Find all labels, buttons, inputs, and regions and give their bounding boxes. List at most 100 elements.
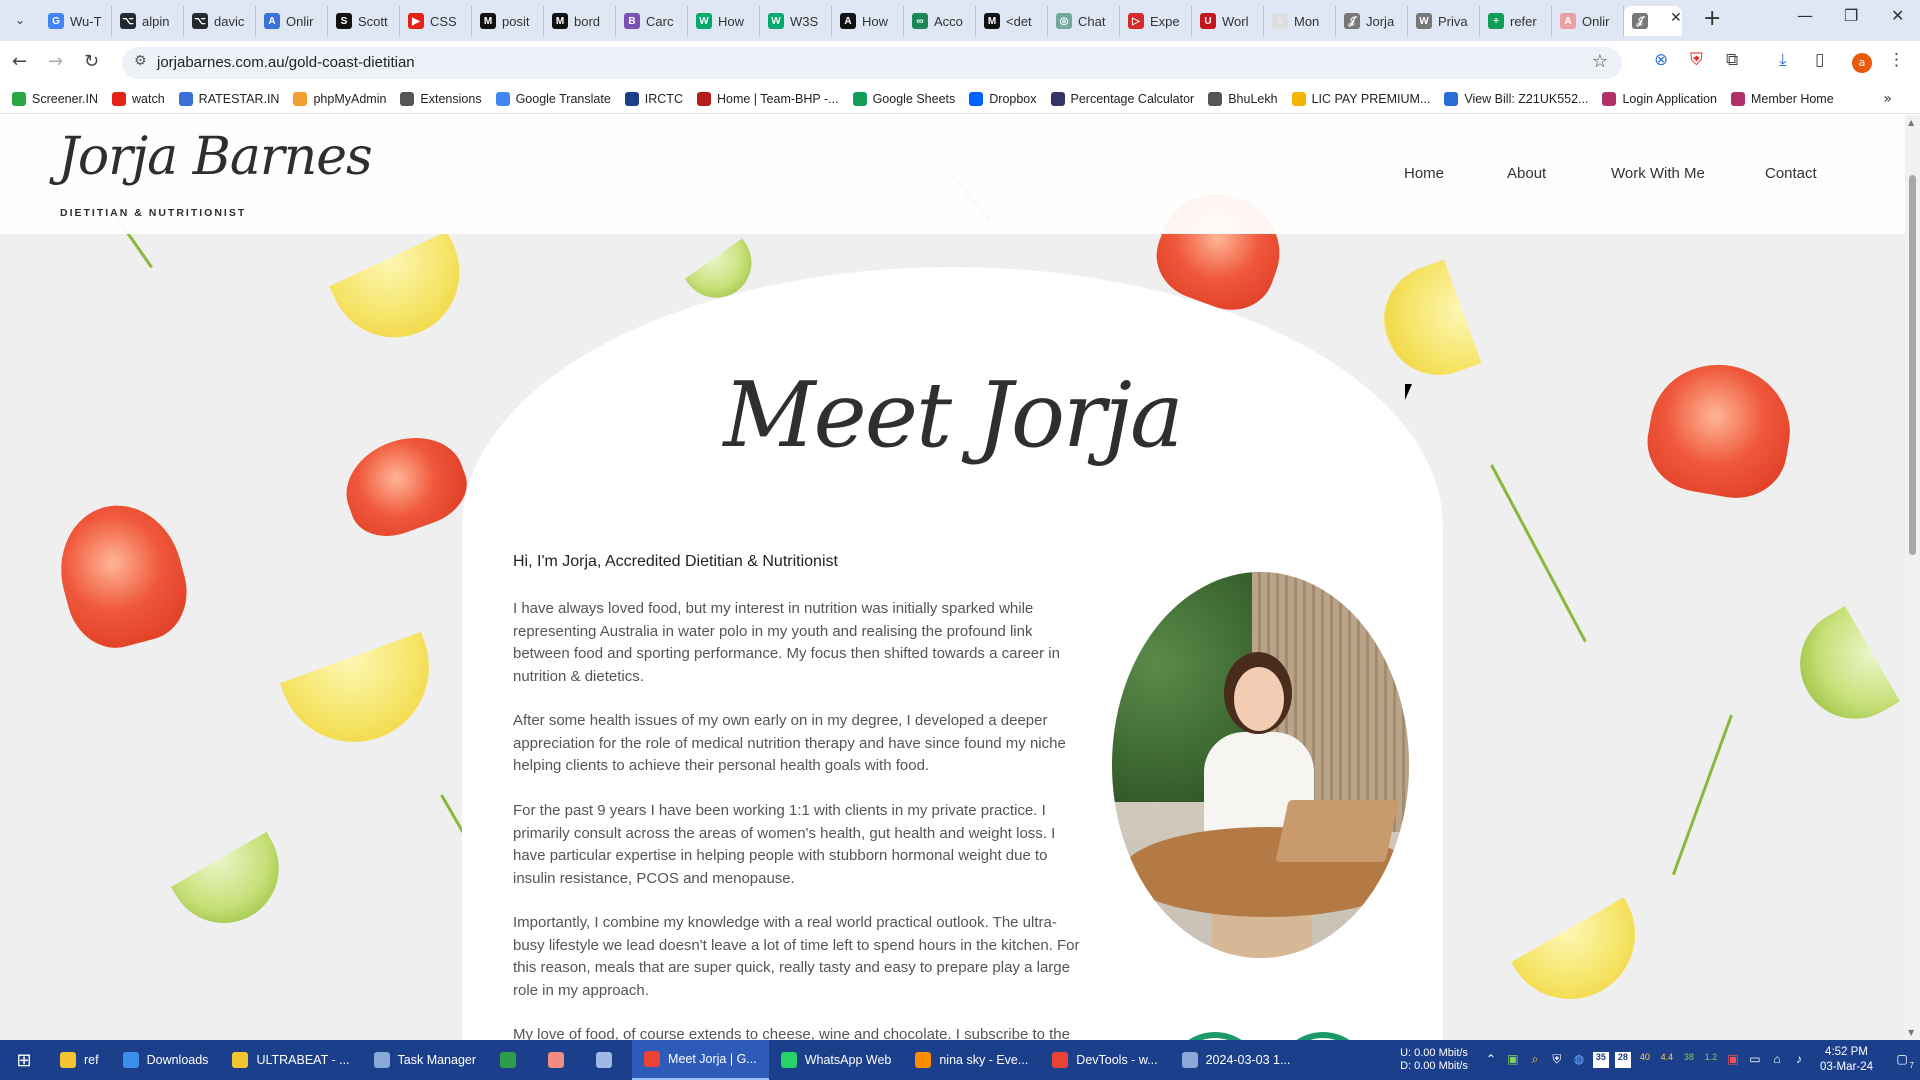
taskbar-app[interactable]: 2024-03-03 1... [1170, 1040, 1303, 1080]
windows-start-icon[interactable]: ⊞ [0, 1040, 48, 1080]
close-tab-icon[interactable]: ✕ [1670, 10, 1682, 26]
bookmark-label: Google Sheets [872, 92, 956, 106]
site-logo[interactable]: Jorja Barnes [58, 127, 373, 187]
tray-app-icon[interactable]: ▣ [1505, 1052, 1521, 1068]
browser-tab[interactable]: + refer [1480, 6, 1552, 36]
browser-tab[interactable]: U Worl [1192, 6, 1264, 36]
browser-tab[interactable]: G Wu-T [40, 6, 112, 36]
bookmark-item[interactable]: LIC PAY PREMIUM... [1291, 92, 1430, 106]
tab-favicon-icon: A [264, 13, 280, 29]
taskbar-app[interactable]: ref [48, 1040, 111, 1080]
browser-tab[interactable]: A How [832, 6, 904, 36]
bookmark-item[interactable]: IRCTC [624, 92, 683, 106]
tab-label: Mon [1294, 13, 1320, 29]
browser-tab[interactable]: W Priva [1408, 6, 1480, 36]
browser-tab[interactable]: W How [688, 6, 760, 36]
bookmark-item[interactable]: Screener.IN [12, 92, 98, 106]
bookmark-star-icon[interactable]: ☆ [1592, 51, 1608, 72]
bookmark-item[interactable]: Extensions [400, 92, 482, 106]
shield-icon[interactable]: ⛨ [1690, 50, 1703, 70]
address-bar[interactable]: ⚙ jorjabarnes.com.au/gold-coast-dietitia… [122, 47, 1622, 79]
bookmark-item[interactable]: Home | Team-BHP -... [696, 92, 839, 106]
scrollbar-thumb[interactable] [1909, 175, 1916, 555]
new-tab-button[interactable]: + [1703, 6, 1721, 31]
browser-tab[interactable]: ◎ Chat [1048, 6, 1120, 36]
bookmark-item[interactable]: Google Translate [495, 92, 611, 106]
minimize-icon[interactable]: — [1797, 6, 1813, 25]
shield-icon[interactable]: ⛨ [1549, 1052, 1565, 1068]
browser-tab[interactable]: Mposit [472, 6, 544, 36]
taskbar-app[interactable]: WhatsApp Web [769, 1040, 904, 1080]
download-icon[interactable]: ⤓ [1779, 50, 1787, 70]
bookmark-item[interactable]: RATESTAR.IN [178, 92, 279, 106]
nav-work-with-me[interactable]: Work With Me [1611, 165, 1705, 182]
browser-tab[interactable]: ▶ CSS [400, 6, 472, 36]
taskbar-app[interactable]: nina sky - Eve... [903, 1040, 1040, 1080]
bookmarks-overflow-icon[interactable]: » [1883, 91, 1892, 107]
close-window-icon[interactable]: ✕ [1891, 6, 1904, 25]
bookmark-item[interactable]: watch [112, 92, 165, 106]
bookmark-label: Screener.IN [32, 92, 99, 106]
browser-tab[interactable]: B Carc [616, 6, 688, 36]
chevron-up-icon[interactable]: ⌃ [1483, 1052, 1499, 1068]
nav-about[interactable]: About [1507, 165, 1546, 182]
browser-tab[interactable]: ⌥ alpin [112, 6, 184, 36]
tab-favicon-icon: ⌥ [192, 13, 208, 29]
tab-label: Wu-T [70, 13, 102, 29]
app-icon [232, 1052, 249, 1068]
browser-tab[interactable]: W W3S [760, 6, 832, 36]
notification-icon[interactable]: ▢ 7 [1894, 1052, 1914, 1070]
taskbar-app[interactable]: Downloads [111, 1040, 221, 1080]
search-icon[interactable]: ⌕ [1527, 1052, 1543, 1068]
browser-tab[interactable]: Mbord [544, 6, 616, 36]
browser-tab[interactable]: S Scott [328, 6, 400, 36]
taskbar-app[interactable]: Meet Jorja | G... [632, 1040, 769, 1080]
nav-contact[interactable]: Contact [1765, 165, 1817, 182]
browser-tab[interactable]: A Onlir [256, 6, 328, 36]
volume-icon[interactable]: ♪ [1791, 1052, 1807, 1068]
bookmark-item[interactable]: View Bill: Z21UK552... [1444, 92, 1588, 106]
bookmark-item[interactable]: Member Home [1731, 92, 1834, 106]
back-icon[interactable]: ← [12, 51, 27, 72]
taskbar-app[interactable]: ULTRABEAT - ... [220, 1040, 361, 1080]
tray-app-icon[interactable]: ▣ [1725, 1052, 1741, 1068]
bookmark-item[interactable]: phpMyAdmin [293, 92, 386, 106]
clock[interactable]: 4:52 PM 03-Mar-24 [1820, 1045, 1873, 1075]
extensions-puzzle-icon[interactable]: ⧉ [1726, 50, 1738, 70]
bookmark-item[interactable]: Google Sheets [852, 92, 956, 106]
bookmark-item[interactable]: Dropbox [969, 92, 1037, 106]
network-icon[interactable]: ⌂ [1769, 1052, 1785, 1068]
profile-avatar[interactable]: a [1852, 53, 1872, 73]
menu-kebab-icon[interactable]: ⋮ [1888, 50, 1905, 70]
strawberry-image [1639, 353, 1801, 507]
bookmark-item[interactable]: Login Application [1602, 92, 1717, 106]
forward-icon[interactable]: → [48, 51, 63, 72]
taskbar-app[interactable] [488, 1040, 536, 1080]
site-info-icon[interactable]: ⚙ [134, 53, 147, 69]
bookmark-item[interactable]: Percentage Calculator [1050, 92, 1194, 106]
browser-tab[interactable]: ⌥ davic [184, 6, 256, 36]
reload-icon[interactable]: ↻ [84, 51, 99, 72]
browser-tab[interactable]: ○ Mon [1264, 6, 1336, 36]
taskbar-app[interactable]: DevTools - w... [1040, 1040, 1169, 1080]
extension-icon[interactable]: ⊗ [1654, 50, 1668, 70]
browser-tab[interactable]: ∞ Acco [904, 6, 976, 36]
restore-icon[interactable]: ❐ [1844, 6, 1858, 25]
portrait-photo [1112, 572, 1409, 958]
side-panel-icon[interactable]: ▯ [1815, 50, 1824, 70]
browser-tab[interactable]: A Onlir [1552, 6, 1624, 36]
taskbar-app[interactable] [584, 1040, 632, 1080]
browser-tab[interactable]: 𝒥 Jorja [1336, 6, 1408, 36]
bookmark-item[interactable]: BhuLekh [1208, 92, 1278, 106]
globe-icon[interactable]: ◍ [1571, 1052, 1587, 1068]
battery-icon[interactable]: ▭ [1747, 1052, 1763, 1068]
browser-tab[interactable]: ▷ Expe [1120, 6, 1192, 36]
nav-home[interactable]: Home [1404, 165, 1444, 182]
tab-search-icon[interactable]: ⌄ [8, 8, 32, 32]
tab-label: How [862, 13, 889, 29]
browser-tab[interactable]: M <det [976, 6, 1048, 36]
taskbar-app[interactable] [536, 1040, 584, 1080]
url-text[interactable]: jorjabarnes.com.au/gold-coast-dietitian [157, 54, 415, 71]
taskbar-app[interactable]: Task Manager [362, 1040, 489, 1080]
page-scrollbar[interactable]: ▲ ▼ [1905, 115, 1920, 1040]
